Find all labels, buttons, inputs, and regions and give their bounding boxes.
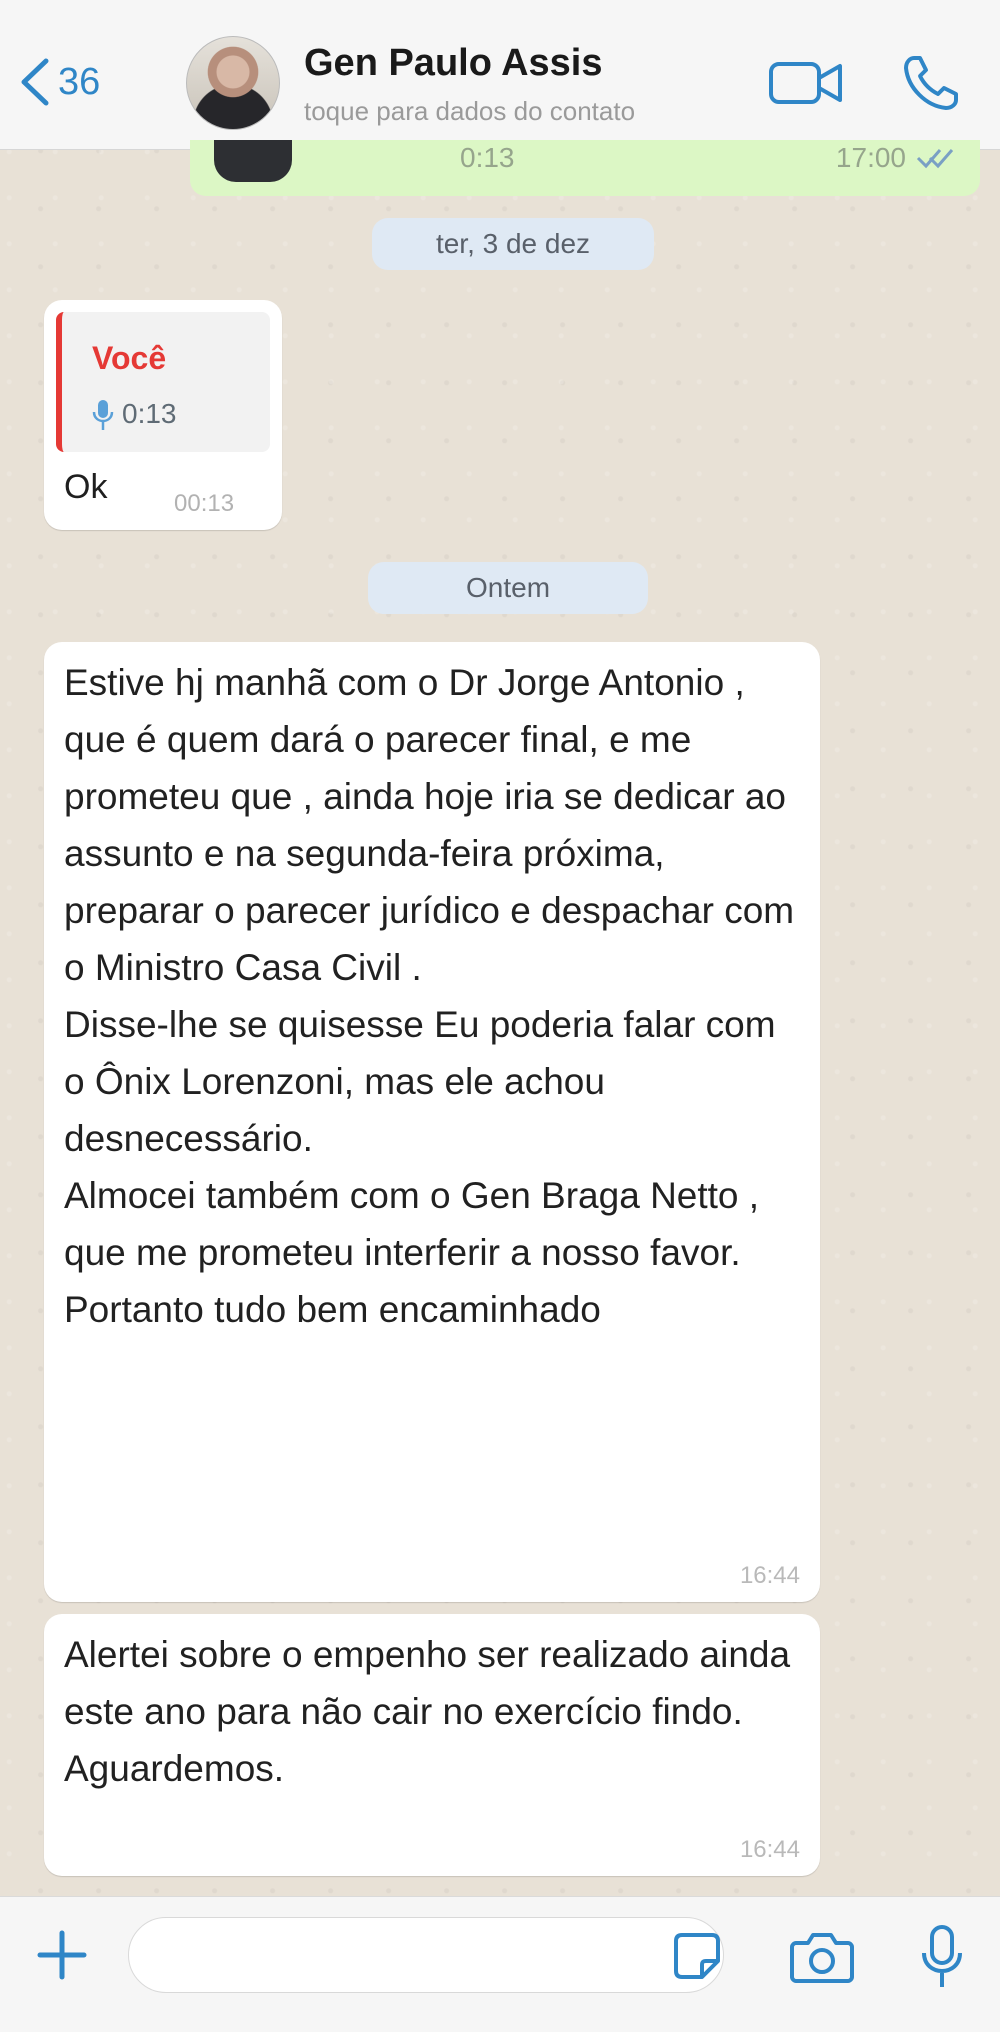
voice-message-avatar — [214, 140, 292, 182]
sticker-icon[interactable] — [672, 1931, 722, 1981]
quoted-message[interactable]: Você 0:13 — [56, 312, 270, 452]
unread-count: 36 — [58, 60, 101, 103]
quoted-duration: 0:13 — [122, 398, 177, 429]
voice-message-duration: 0:13 — [460, 142, 515, 173]
message-text: Ok — [64, 468, 108, 506]
input-bar — [0, 1896, 1000, 2032]
message-paragraph: Alertei sobre o empenho ser realizado ai… — [64, 1634, 791, 1732]
phone-call-icon[interactable] — [900, 52, 962, 114]
contact-name[interactable]: Gen Paulo Assis — [304, 42, 602, 85]
message-time: 16:44 — [739, 1562, 800, 1589]
microphone-icon[interactable] — [920, 1925, 964, 1989]
chat-header: 36 Gen Paulo Assis toque para dados do c… — [0, 0, 1000, 150]
message-paragraph: Aguardemos. — [64, 1748, 285, 1789]
chevron-left-icon — [21, 58, 49, 106]
contact-subtitle[interactable]: toque para dados do contato — [304, 96, 635, 127]
partial-outgoing-message: 0:13 17:00 — [190, 140, 980, 196]
date-separator: Ontem — [368, 562, 648, 614]
message-time: 17:00 — [835, 142, 906, 173]
microphone-icon — [92, 400, 114, 430]
message-paragraph: Estive hj manhã com o Dr Jorge Antonio ,… — [64, 662, 795, 988]
video-call-icon[interactable] — [768, 58, 844, 108]
camera-icon[interactable] — [790, 1931, 854, 1983]
message-input[interactable] — [128, 1917, 724, 1993]
quoted-author: Você — [92, 340, 167, 376]
incoming-message[interactable]: Alertei sobre o empenho ser realizado ai… — [44, 1614, 820, 1876]
message-paragraph: Almocei também com o Gen Braga Netto , q… — [64, 1175, 760, 1273]
avatar[interactable] — [186, 36, 280, 130]
plus-icon[interactable] — [34, 1927, 90, 1983]
incoming-message[interactable]: Estive hj manhã com o Dr Jorge Antonio ,… — [44, 642, 820, 1602]
date-separator: ter, 3 de dez — [372, 218, 654, 270]
message-time: 00:13 — [174, 490, 235, 517]
read-ticks-icon — [916, 149, 954, 169]
message-time: 16:44 — [739, 1836, 800, 1863]
incoming-reply-message[interactable]: Você 0:13 Ok 00:13 — [44, 300, 282, 530]
back-button[interactable]: 36 — [18, 52, 100, 112]
message-paragraph: Disse-lhe se quisesse Eu poderia falar c… — [64, 1004, 776, 1159]
message-text: Estive hj manhã com o Dr Jorge Antonio ,… — [64, 654, 800, 1338]
message-text: Alertei sobre o empenho ser realizado ai… — [64, 1626, 800, 1797]
message-paragraph: Portanto tudo bem encaminhado — [64, 1289, 601, 1330]
